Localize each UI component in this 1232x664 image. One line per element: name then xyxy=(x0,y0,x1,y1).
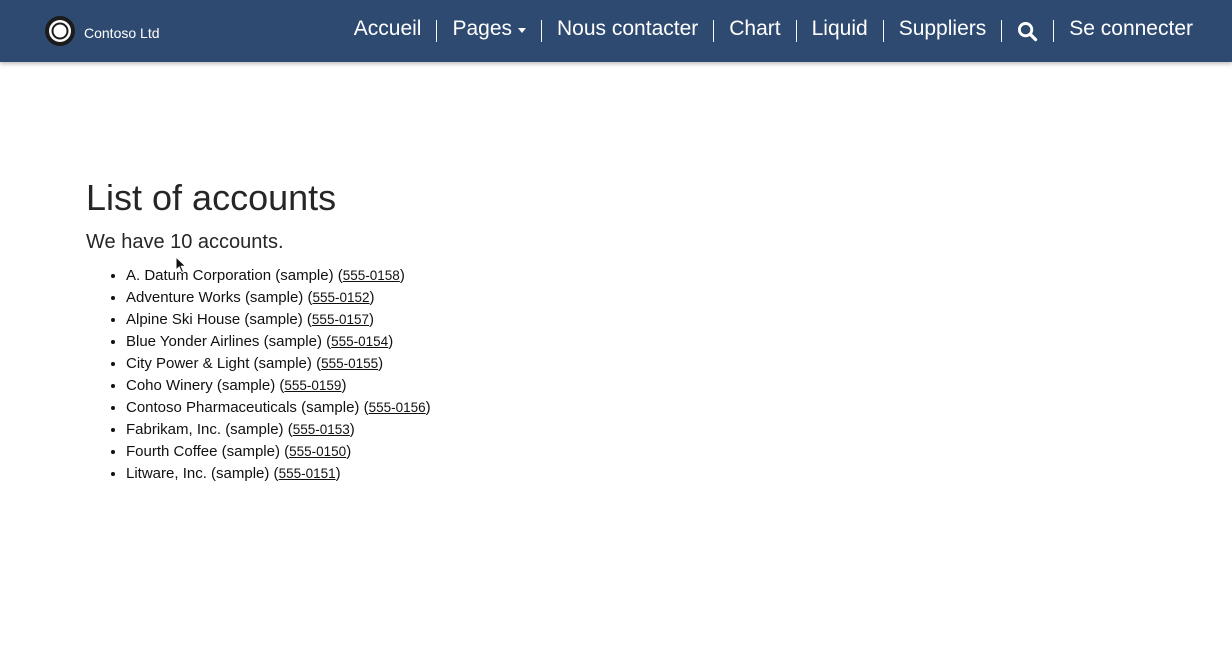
nav-suppliers[interactable]: Suppliers xyxy=(888,17,998,45)
list-item: Adventure Works (sample) (555-0152) xyxy=(126,287,431,309)
list-item: Fabrikam, Inc. (sample) (555-0153) xyxy=(126,419,431,441)
phone-link[interactable]: 555-0159 xyxy=(284,378,341,393)
contoso-logo-icon xyxy=(45,16,75,46)
list-item: Coho Winery (sample) (555-0159) xyxy=(126,375,431,397)
nav-signin[interactable]: Se connecter xyxy=(1058,17,1204,45)
nav-divider xyxy=(541,20,543,42)
account-name: Contoso Pharmaceuticals (sample) xyxy=(126,399,360,416)
account-name: Blue Yonder Airlines (sample) xyxy=(126,333,322,350)
nav-divider xyxy=(713,20,715,42)
nav-chart[interactable]: Chart xyxy=(718,17,791,45)
account-name: Litware, Inc. (sample) xyxy=(126,465,270,482)
list-item: City Power & Light (sample) (555-0155) xyxy=(126,353,431,375)
list-item: Contoso Pharmaceuticals (sample) (555-01… xyxy=(126,397,431,419)
phone-link[interactable]: 555-0151 xyxy=(279,466,336,481)
nav-pages-dropdown[interactable]: Pages xyxy=(441,17,537,45)
phone-link[interactable]: 555-0152 xyxy=(312,290,369,305)
account-name: Adventure Works (sample) xyxy=(126,289,304,306)
phone-link[interactable]: 555-0155 xyxy=(321,356,378,371)
account-list: A. Datum Corporation (sample) (555-0158)… xyxy=(86,265,431,485)
list-item: Blue Yonder Airlines (sample) (555-0154) xyxy=(126,331,431,353)
nav-divider xyxy=(882,20,884,42)
account-name: Alpine Ski House (sample) xyxy=(126,311,303,328)
phone-link[interactable]: 555-0150 xyxy=(289,444,346,459)
list-item: Litware, Inc. (sample) (555-0151) xyxy=(126,463,431,485)
phone-link[interactable]: 555-0156 xyxy=(369,400,426,415)
phone-link[interactable]: 555-0157 xyxy=(312,312,369,327)
nav-divider xyxy=(1001,20,1003,42)
phone-link[interactable]: 555-0154 xyxy=(331,334,388,349)
brand-link[interactable]: Contoso Ltd xyxy=(44,14,160,48)
list-item: Alpine Ski House (sample) (555-0157) xyxy=(126,309,431,331)
nav-divider xyxy=(795,20,797,42)
nav-home[interactable]: Accueil xyxy=(343,17,433,45)
list-item: A. Datum Corporation (sample) (555-0158) xyxy=(126,265,431,287)
top-navbar: Contoso Ltd Accueil Pages Nous contacter… xyxy=(0,0,1232,62)
list-item: Fourth Coffee (sample) (555-0150) xyxy=(126,441,431,463)
page-title: List of accounts xyxy=(86,177,337,218)
phone-link[interactable]: 555-0153 xyxy=(293,422,350,437)
nav-divider xyxy=(1053,20,1055,42)
search-icon xyxy=(1018,21,1038,41)
brand-name: Contoso Ltd xyxy=(84,24,160,41)
nav-divider xyxy=(436,20,438,42)
phone-link[interactable]: 555-0158 xyxy=(343,268,400,283)
main-nav: Accueil Pages Nous contacter Chart Liqui… xyxy=(343,0,1204,62)
nav-contact[interactable]: Nous contacter xyxy=(546,17,709,45)
accounts-summary: We have 10 accounts. xyxy=(86,231,284,253)
account-name: Fourth Coffee (sample) xyxy=(126,443,280,460)
account-name: Coho Winery (sample) xyxy=(126,377,276,394)
nav-pages-label: Pages xyxy=(452,17,513,40)
account-name: Fabrikam, Inc. (sample) xyxy=(126,421,284,438)
account-name: City Power & Light (sample) xyxy=(126,355,312,372)
account-name: A. Datum Corporation (sample) xyxy=(126,267,334,284)
search-button[interactable] xyxy=(1006,21,1049,42)
caret-down-icon xyxy=(518,28,527,33)
nav-liquid[interactable]: Liquid xyxy=(801,17,879,45)
main-content: List of accounts We have 10 accounts. A.… xyxy=(86,176,431,485)
